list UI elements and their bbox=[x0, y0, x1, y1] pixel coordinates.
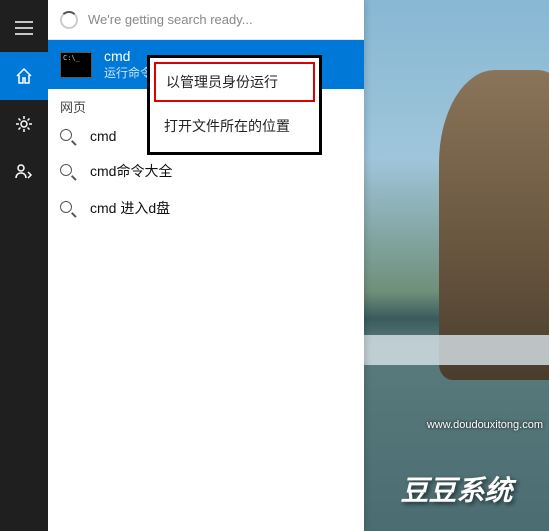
wallpaper-foam bbox=[364, 335, 549, 365]
best-match-title: cmd bbox=[104, 48, 152, 64]
wallpaper-cliff bbox=[439, 70, 549, 380]
search-icon bbox=[60, 164, 76, 180]
menu-button[interactable] bbox=[0, 4, 48, 52]
search-icon bbox=[60, 201, 76, 217]
open-file-location-item[interactable]: 打开文件所在的位置 bbox=[150, 106, 319, 146]
feedback-button[interactable] bbox=[0, 148, 48, 196]
web-result-label: cmd命令大全 bbox=[90, 161, 172, 182]
web-result-item[interactable]: cmd 进入d盘 bbox=[48, 190, 364, 227]
brand-text: 豆豆系统 bbox=[400, 469, 512, 509]
context-menu: 以管理员身份运行 打开文件所在的位置 bbox=[147, 55, 322, 155]
home-button[interactable] bbox=[0, 52, 48, 100]
loading-icon bbox=[60, 11, 78, 29]
settings-button[interactable] bbox=[0, 100, 48, 148]
search-header: We're getting search ready... bbox=[48, 0, 364, 40]
best-match-subtitle: 运行命令 bbox=[104, 64, 152, 81]
web-result-label: cmd bbox=[90, 128, 116, 145]
search-status-text: We're getting search ready... bbox=[88, 12, 253, 27]
run-as-admin-item[interactable]: 以管理员身份运行 bbox=[154, 62, 315, 102]
web-result-item[interactable]: cmd命令大全 bbox=[48, 153, 364, 190]
search-icon bbox=[60, 129, 76, 145]
web-result-label: cmd 进入d盘 bbox=[90, 198, 170, 219]
cmd-icon bbox=[60, 52, 92, 78]
desktop-wallpaper: www.doudouxitong.com 豆豆系统 bbox=[364, 0, 549, 531]
cortana-sidebar bbox=[0, 0, 48, 531]
watermark-text: www.doudouxitong.com bbox=[427, 419, 543, 431]
